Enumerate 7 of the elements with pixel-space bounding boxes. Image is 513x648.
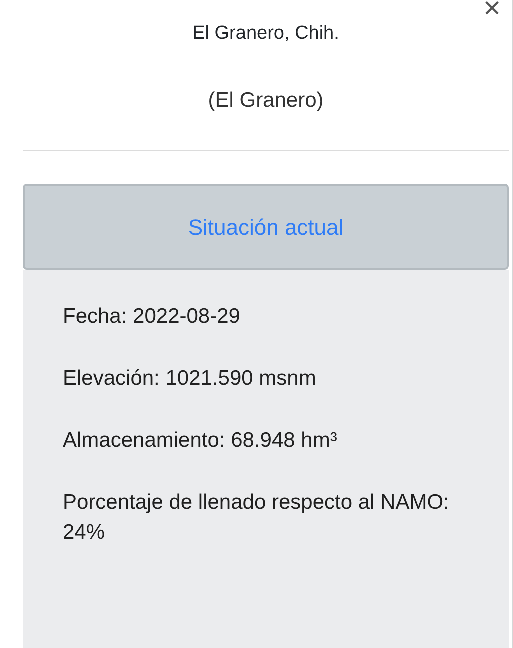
field-text: Fecha: 2022-08-29 <box>63 304 242 330</box>
field-text: Porcentaje de llenado respecto al NAMO: 24% <box>63 490 450 546</box>
field-text: Almacenamiento: 68.948 hm³ <box>63 428 338 454</box>
field-text: Elevación: 1021.590 msnm <box>63 366 318 392</box>
dialog-subtitle: (El Granero) <box>208 88 324 114</box>
close-button[interactable]: × <box>481 0 503 24</box>
dialog-title: El Granero, Chih. <box>192 22 340 46</box>
